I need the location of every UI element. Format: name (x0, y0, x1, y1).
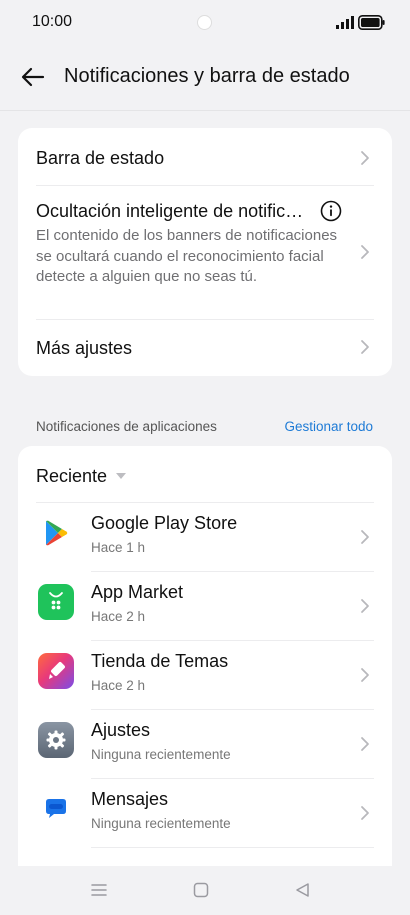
header-divider (0, 110, 410, 111)
menu-icon (91, 884, 107, 896)
triangle-back-icon (296, 883, 309, 897)
status-time: 10:00 (32, 13, 73, 30)
smart-hide-description: El contenido de los banners de notificac… (36, 227, 338, 285)
messages-icon (38, 791, 74, 827)
chevron-right-icon (361, 737, 369, 751)
recent-apps-button[interactable] (89, 880, 109, 900)
page-title: Notificaciones y barra de estado (64, 65, 350, 87)
app-notifications-card: Reciente Google Play Store Hace 1 h App … (18, 446, 392, 915)
caret-down-icon (116, 473, 126, 479)
back-nav-button[interactable] (292, 880, 312, 900)
camera-cutout (197, 15, 212, 30)
chevron-right-icon (361, 806, 369, 820)
app-name: Ajustes (91, 720, 151, 740)
app-name: Tienda de Temas (91, 651, 229, 671)
section-label: Notificaciones de aplicaciones (36, 419, 217, 434)
home-button[interactable] (191, 880, 211, 900)
status-bar-setting[interactable]: Barra de estado (36, 128, 374, 185)
system-navigation-bar (0, 866, 410, 915)
chevron-right-icon (361, 668, 369, 682)
app-subtitle: Ninguna recientemente (91, 816, 231, 831)
chevron-right-icon (361, 340, 369, 354)
google-play-icon (38, 515, 74, 551)
app-name: App Market (91, 582, 184, 602)
settings-gear-icon (38, 722, 74, 758)
app-name: Google Play Store (91, 513, 238, 533)
app-row-ajustes[interactable]: Ajustes Ninguna recientemente (18, 710, 392, 779)
app-subtitle: Ninguna recientemente (91, 747, 231, 762)
smart-hide-title: Ocultación inteligente de notific… (36, 201, 304, 221)
chevron-right-icon (361, 151, 369, 165)
more-settings-setting[interactable]: Más ajustes (36, 320, 374, 376)
sort-label: Reciente (36, 466, 108, 486)
app-bar: Notificaciones y barra de estado (0, 52, 410, 102)
theme-store-icon (38, 653, 74, 689)
app-row-google-play-store[interactable]: Google Play Store Hace 1 h (18, 503, 392, 572)
square-icon (193, 882, 209, 898)
info-icon[interactable] (320, 200, 342, 222)
app-row-tienda-de-temas[interactable]: Tienda de Temas Hace 2 h (18, 641, 392, 710)
arrow-left-icon (21, 67, 45, 87)
app-row-app-market[interactable]: App Market Hace 2 h (18, 572, 392, 641)
more-settings-label: Más ajustes (36, 338, 133, 358)
app-subtitle: Hace 2 h (91, 678, 146, 693)
app-row-mensajes[interactable]: Mensajes Ninguna recientemente (18, 779, 392, 848)
app-market-icon (38, 584, 74, 620)
chevron-right-icon (361, 599, 369, 613)
app-name: Mensajes (91, 789, 169, 809)
battery-icon (358, 15, 385, 30)
app-subtitle: Hace 1 h (91, 540, 146, 555)
signal-icon (336, 16, 354, 29)
app-subtitle: Hace 2 h (91, 609, 146, 624)
status-bar-setting-label: Barra de estado (36, 148, 165, 168)
manage-all-link[interactable]: Gestionar todo (284, 419, 373, 434)
settings-card: Barra de estado Ocultación inteligente d… (18, 128, 392, 376)
status-bar: 10:00 (0, 0, 410, 48)
back-button[interactable] (16, 60, 50, 94)
chevron-right-icon (361, 245, 369, 259)
row-divider (91, 847, 374, 848)
sort-dropdown[interactable]: Reciente (18, 446, 178, 502)
chevron-right-icon (361, 530, 369, 544)
